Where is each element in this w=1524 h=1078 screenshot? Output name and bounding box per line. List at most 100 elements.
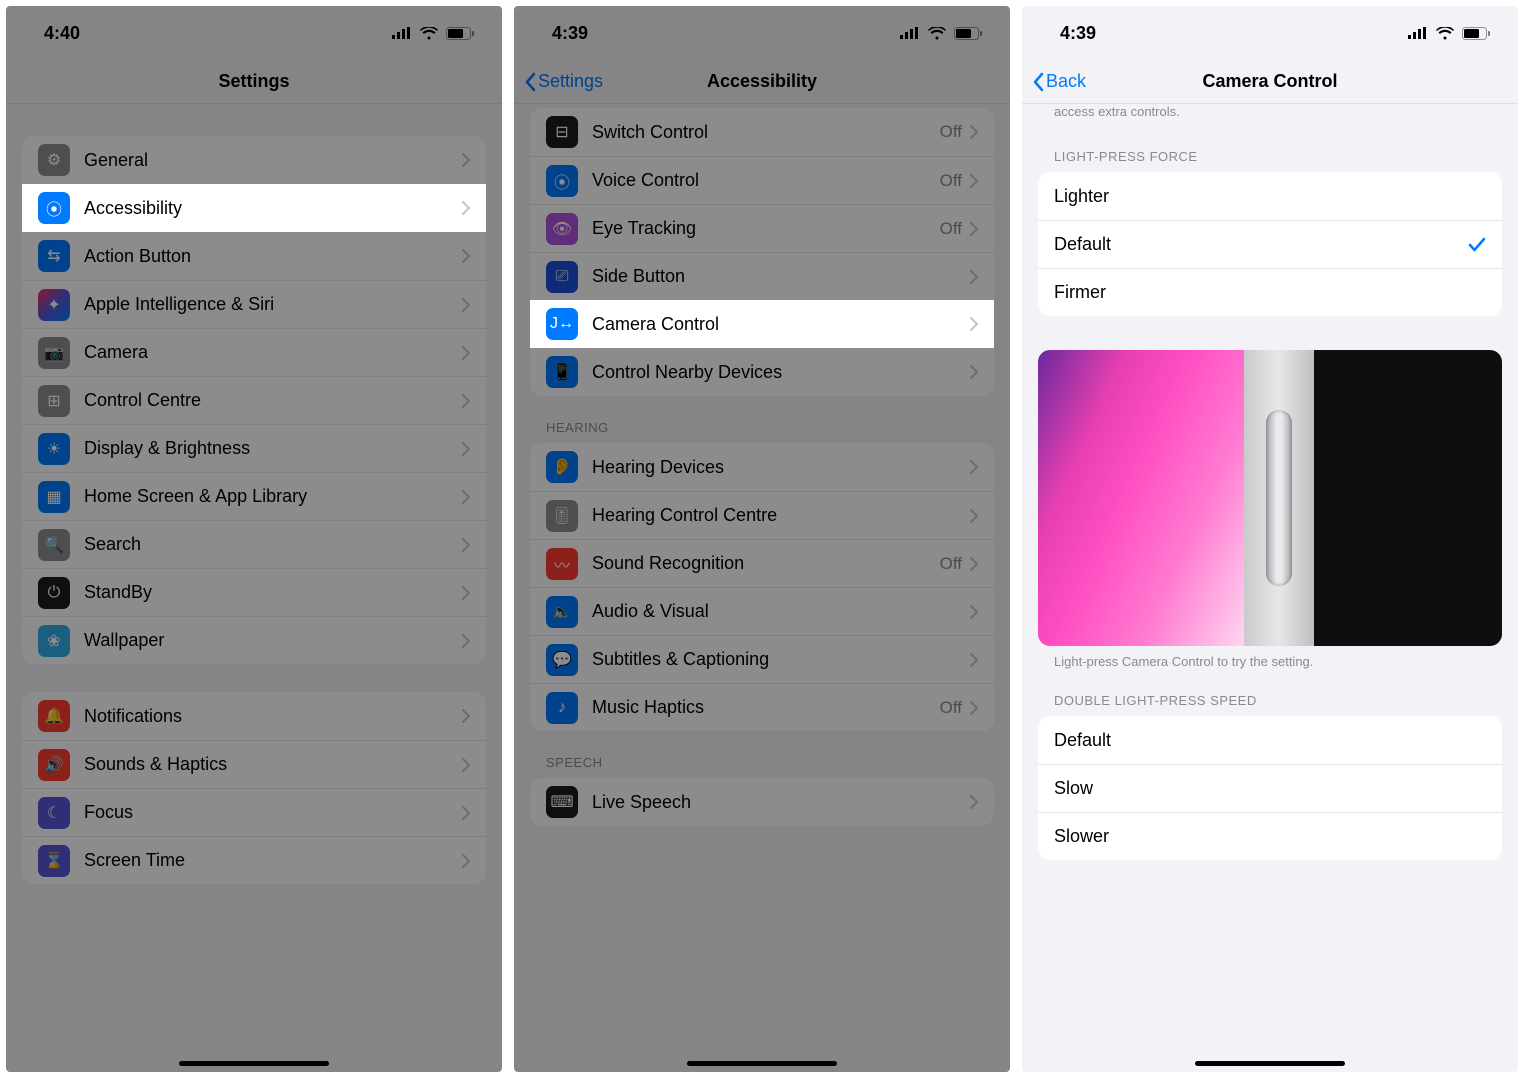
speech-header: SPEECH xyxy=(530,731,994,778)
accessibility-list[interactable]: ⊟Switch ControlOff⦿Voice ControlOff👁Eye … xyxy=(514,104,1010,1072)
list-row[interactable]: ⚙ General xyxy=(22,136,486,184)
list-row[interactable]: ▦Home Screen & App Library xyxy=(22,472,486,520)
list-row[interactable]: 🎚Hearing Control Centre xyxy=(530,491,994,539)
settings-screen: 4:40 Settings ⚙ General ⦿ Accessibility ⇆Act… xyxy=(6,6,502,1072)
control-centre-icon: ⊞ xyxy=(38,385,70,417)
cellular-icon xyxy=(900,27,920,39)
row-label: Sounds & Haptics xyxy=(84,754,462,775)
list-row[interactable]: ✦ Apple Intelligence & Siri xyxy=(22,280,486,328)
list-row[interactable]: 💬 Subtitles & Captioning xyxy=(530,635,994,683)
option-row[interactable]: Lighter xyxy=(1038,172,1502,220)
notifications-icon: 🔔 xyxy=(38,700,70,732)
row-label: Control Centre xyxy=(84,390,462,411)
list-row[interactable]: ⊟Switch ControlOff xyxy=(530,108,994,156)
option-row[interactable]: Default xyxy=(1038,716,1502,764)
search-icon: 🔍 xyxy=(38,529,70,561)
row-value: Off xyxy=(940,554,962,574)
wifi-icon xyxy=(928,27,946,40)
option-row[interactable]: Slower xyxy=(1038,812,1502,860)
list-row[interactable]: ⦿Voice ControlOff xyxy=(530,156,994,204)
list-row[interactable]: 🔍Search xyxy=(22,520,486,568)
row-value: Off xyxy=(940,698,962,718)
sounds-icon: 🔊 xyxy=(38,749,70,781)
row-label: Subtitles & Captioning xyxy=(592,649,970,670)
home-indicator[interactable] xyxy=(179,1061,329,1066)
back-button[interactable]: Back xyxy=(1032,71,1086,92)
back-label: Settings xyxy=(538,71,603,92)
option-row[interactable]: Firmer xyxy=(1038,268,1502,316)
accessibility-icon: ⦿ xyxy=(38,192,70,224)
list-row[interactable]: ⇆Action Button xyxy=(22,232,486,280)
hearing-devices-icon: 👂 xyxy=(546,451,578,483)
audio-visual-icon: 🔈 xyxy=(546,596,578,628)
top-footer: access extra controls. xyxy=(1038,104,1502,125)
list-row[interactable]: 📷Camera xyxy=(22,328,486,376)
gear-icon: ⚙ xyxy=(38,144,70,176)
row-label: StandBy xyxy=(84,582,462,603)
switch-control-icon: ⊟ xyxy=(546,116,578,148)
row-label: General xyxy=(84,150,462,171)
music-haptics-icon: ♪ xyxy=(546,692,578,724)
row-label: Camera xyxy=(84,342,462,363)
list-row[interactable]: ⌛Screen Time xyxy=(22,836,486,884)
list-row[interactable]: ❀Wallpaper xyxy=(22,616,486,664)
list-row[interactable]: 👂Hearing Devices xyxy=(530,443,994,491)
status-time: 4:39 xyxy=(1060,23,1096,44)
wifi-icon xyxy=(1436,27,1454,40)
row-label: Apple Intelligence & Siri xyxy=(84,294,462,315)
row-label: Eye Tracking xyxy=(592,218,940,239)
cellular-icon xyxy=(1408,27,1428,39)
nearby-devices-icon: 📱 xyxy=(546,356,578,388)
row-label: Wallpaper xyxy=(84,630,462,651)
list-row[interactable]: ⦿ Accessibility xyxy=(22,184,486,232)
list-row[interactable]: ⎚Side Button xyxy=(530,252,994,300)
list-row[interactable]: ♪Music HapticsOff xyxy=(530,683,994,731)
row-label: Side Button xyxy=(592,266,970,287)
subtitles-icon: 💬 xyxy=(546,644,578,676)
camera-control-screen: 4:39 Back Camera Control access extra co… xyxy=(1022,6,1518,1072)
row-value: Off xyxy=(940,122,962,142)
list-row[interactable]: J↔ Camera Control xyxy=(530,300,994,348)
focus-icon: ☾ xyxy=(38,797,70,829)
hearing-header: HEARING xyxy=(530,396,994,443)
row-label: Hearing Control Centre xyxy=(592,505,970,526)
speed-header: DOUBLE LIGHT-PRESS SPEED xyxy=(1038,669,1502,716)
settings-list[interactable]: ⚙ General ⦿ Accessibility ⇆Action Button ✦ App… xyxy=(6,104,502,1072)
back-button[interactable]: Settings xyxy=(524,71,603,92)
list-row[interactable]: 🔔 Notifications xyxy=(22,692,486,740)
nav-bar: Settings xyxy=(6,60,502,104)
list-row[interactable]: ☾ Focus xyxy=(22,788,486,836)
camera-control-icon: J↔ xyxy=(546,308,578,340)
preview-image xyxy=(1038,350,1502,646)
row-label: Focus xyxy=(84,802,462,823)
list-row[interactable]: 🔊 Sounds & Haptics xyxy=(22,740,486,788)
list-row[interactable]: ☀Display & Brightness xyxy=(22,424,486,472)
siri-icon: ✦ xyxy=(38,289,70,321)
row-label: Accessibility xyxy=(84,198,462,219)
home-indicator[interactable] xyxy=(687,1061,837,1066)
list-row[interactable]: ⊞ Control Centre xyxy=(22,376,486,424)
list-row[interactable]: ⏻StandBy xyxy=(22,568,486,616)
option-row[interactable]: Slow xyxy=(1038,764,1502,812)
option-label: Slower xyxy=(1054,826,1486,847)
option-label: Default xyxy=(1054,730,1486,751)
status-bar: 4:40 xyxy=(6,6,502,60)
row-label: Notifications xyxy=(84,706,462,727)
camera-control-list[interactable]: access extra controls. LIGHT-PRESS FORCE… xyxy=(1022,104,1518,1072)
brightness-icon: ☀ xyxy=(38,433,70,465)
row-label: Camera Control xyxy=(592,314,970,335)
row-label: Screen Time xyxy=(84,850,462,871)
list-row[interactable]: 📱Control Nearby Devices xyxy=(530,348,994,396)
nav-bar: Settings Accessibility xyxy=(514,60,1010,104)
action-button-icon: ⇆ xyxy=(38,240,70,272)
list-row[interactable]: 👁Eye TrackingOff xyxy=(530,204,994,252)
preview-footer: Light-press Camera Control to try the se… xyxy=(1038,646,1502,669)
list-row[interactable]: ⌨Live Speech xyxy=(530,778,994,826)
status-time: 4:40 xyxy=(44,23,80,44)
nav-bar: Back Camera Control xyxy=(1022,60,1518,104)
home-indicator[interactable] xyxy=(1195,1061,1345,1066)
list-row[interactable]: 🔈Audio & Visual xyxy=(530,587,994,635)
option-row[interactable]: Default xyxy=(1038,220,1502,268)
voice-control-icon: ⦿ xyxy=(546,165,578,197)
list-row[interactable]: 〰Sound RecognitionOff xyxy=(530,539,994,587)
